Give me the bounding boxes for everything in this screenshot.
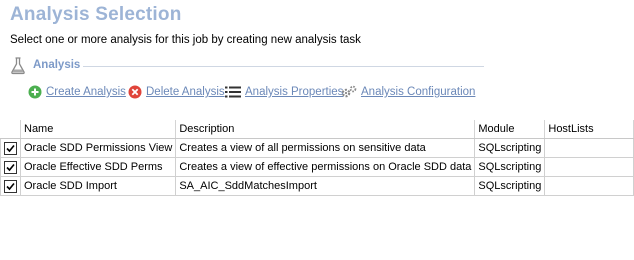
analysis-table: Name Description Module HostLists Oracle… [0, 120, 634, 196]
row-checkbox[interactable] [0, 176, 21, 196]
cell-module: SQLscripting [474, 176, 546, 196]
checkbox-checked[interactable] [4, 141, 17, 155]
group-divider [83, 66, 484, 67]
cell-description: Creates a view of effective permissions … [175, 157, 476, 177]
cell-hostlists [544, 176, 634, 196]
analysis-group-header: Analysis [10, 57, 484, 75]
list-icon [225, 86, 241, 98]
page-title: Analysis Selection [10, 4, 182, 25]
checkbox-checked[interactable] [4, 160, 17, 174]
checkbox-checked[interactable] [4, 179, 17, 193]
delete-circle-icon [128, 85, 142, 99]
analysis-configuration-label: Analysis Configuration [361, 86, 476, 98]
header-module[interactable]: Module [474, 120, 546, 139]
create-analysis-button[interactable]: Create Analysis [28, 84, 126, 100]
plus-circle-icon [28, 85, 42, 99]
cell-description: SA_AIC_SddMatchesImport [175, 176, 476, 196]
table-header-row: Name Description Module HostLists [0, 120, 634, 139]
row-checkbox[interactable] [0, 157, 21, 177]
analysis-properties-label: Analysis Properties [245, 86, 344, 98]
row-checkbox[interactable] [0, 138, 21, 158]
header-checkbox-column [0, 120, 21, 139]
cell-hostlists [544, 138, 634, 158]
analysis-properties-button[interactable]: Analysis Properties [225, 84, 343, 100]
group-label: Analysis [33, 59, 81, 71]
delete-analysis-label: Delete Analysis [146, 86, 225, 98]
cell-description: Creates a view of all permissions on sen… [175, 138, 476, 158]
cell-module: SQLscripting [474, 157, 546, 177]
flask-icon [10, 57, 26, 80]
cell-module: SQLscripting [474, 138, 546, 158]
table-row[interactable]: Oracle SDD Import SA_AIC_SddMatchesImpor… [0, 176, 634, 196]
header-description[interactable]: Description [175, 120, 476, 139]
analysis-configuration-button[interactable]: Analysis Configuration [341, 84, 475, 100]
delete-analysis-button[interactable]: Delete Analysis [128, 84, 225, 100]
cell-name: Oracle Effective SDD Perms [19, 157, 177, 177]
cell-name: Oracle SDD Import [19, 176, 177, 196]
table-row[interactable]: Oracle Effective SDD Perms Creates a vie… [0, 157, 634, 177]
create-analysis-label: Create Analysis [46, 86, 126, 98]
page-subtitle: Select one or more analysis for this job… [10, 34, 361, 46]
table-row[interactable]: Oracle SDD Permissions View Creates a vi… [0, 138, 634, 158]
gears-icon [341, 85, 357, 98]
cell-hostlists [544, 157, 634, 177]
cell-name: Oracle SDD Permissions View [19, 138, 177, 158]
header-hostlists[interactable]: HostLists [544, 120, 634, 139]
header-name[interactable]: Name [20, 120, 177, 139]
